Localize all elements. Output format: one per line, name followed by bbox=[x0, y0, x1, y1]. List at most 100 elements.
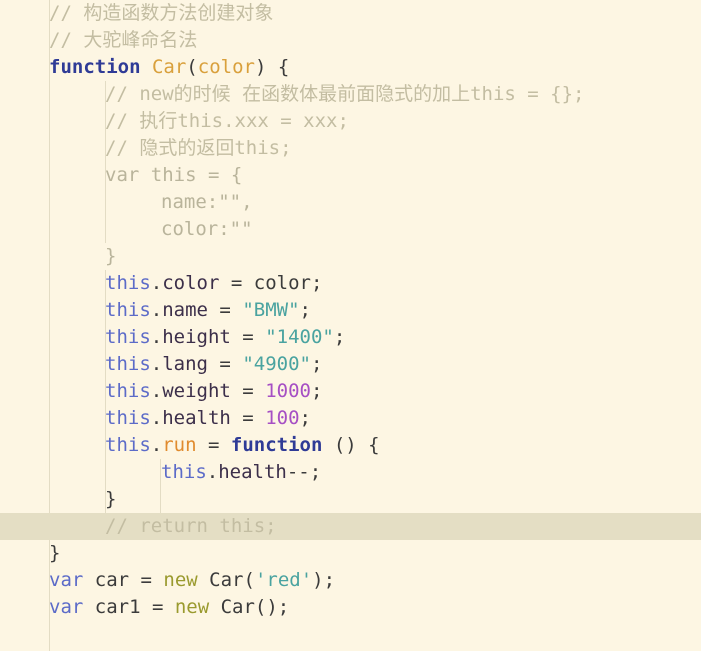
code-token: // bbox=[105, 110, 140, 132]
code-line-text: name:"", bbox=[49, 191, 253, 213]
code-token: this bbox=[105, 272, 151, 294]
code-line[interactable]: // return this; bbox=[0, 513, 701, 540]
code-line[interactable]: } bbox=[0, 540, 701, 567]
code-token: ; bbox=[299, 299, 311, 321]
code-token: "1400" bbox=[265, 326, 334, 348]
code-token: name:"", bbox=[161, 191, 253, 213]
code-line[interactable] bbox=[0, 621, 701, 648]
code-token: var this = { bbox=[105, 164, 243, 186]
code-token: . bbox=[150, 299, 163, 321]
code-token: // bbox=[49, 2, 84, 24]
code-token: this bbox=[105, 299, 151, 321]
code-line[interactable]: } bbox=[0, 243, 701, 270]
code-token: ; bbox=[310, 272, 323, 294]
code-token: health bbox=[218, 461, 287, 483]
code-token: new bbox=[174, 596, 210, 618]
code-line-text: this.color = color; bbox=[49, 272, 322, 294]
code-token: . bbox=[206, 461, 219, 483]
code-line-text: // 大驼峰命名法 bbox=[49, 29, 197, 51]
code-token: color bbox=[197, 56, 255, 78]
code-token: Car bbox=[151, 56, 187, 78]
code-line[interactable]: this.weight = 1000; bbox=[0, 378, 701, 405]
code-token: 构造函数方法创建对象 bbox=[83, 2, 274, 24]
code-token: weight bbox=[162, 380, 231, 402]
code-line[interactable]: this.health = 100; bbox=[0, 405, 701, 432]
code-editor-viewport[interactable]: // 构造函数方法创建对象// 大驼峰命名法 function Car(color… bbox=[0, 0, 701, 651]
code-line[interactable]: var car1 = new Car(); bbox=[0, 594, 701, 621]
code-line-text: this.weight = 1000; bbox=[49, 380, 322, 402]
code-token: = bbox=[219, 272, 254, 294]
code-line[interactable]: // 大驼峰命名法 bbox=[0, 27, 701, 54]
code-line-text: } bbox=[49, 488, 116, 510]
code-line-text: // 隐式的返回this; bbox=[49, 137, 292, 159]
code-token: color:"" bbox=[161, 218, 253, 240]
code-token: lang bbox=[162, 353, 208, 375]
code-token: car = bbox=[83, 569, 164, 591]
code-token: ( bbox=[186, 56, 198, 78]
code-token: this bbox=[105, 380, 151, 402]
code-line[interactable]: // 构造函数方法创建对象 bbox=[0, 0, 701, 27]
code-token: var bbox=[49, 569, 84, 591]
code-token: ) bbox=[254, 56, 267, 78]
code-token: function bbox=[49, 56, 141, 78]
code-line[interactable]: this.health--; bbox=[0, 459, 701, 486]
code-token: = bbox=[230, 326, 266, 348]
code-line-text: this.lang = "4900"; bbox=[49, 353, 322, 375]
code-line[interactable]: this.lang = "4900"; bbox=[0, 351, 701, 378]
code-line[interactable]: // 隐式的返回this; bbox=[0, 135, 701, 162]
code-token: "BMW" bbox=[242, 299, 300, 321]
code-token: // bbox=[49, 29, 84, 51]
code-token: // bbox=[105, 83, 140, 105]
code-token: . bbox=[150, 407, 163, 429]
code-line[interactable]: function Car(color) { bbox=[0, 54, 701, 81]
code-line[interactable]: } bbox=[0, 486, 701, 513]
code-token: () { bbox=[322, 434, 380, 456]
code-token: } bbox=[105, 488, 117, 510]
code-token: this bbox=[105, 353, 151, 375]
code-line-text: this.health--; bbox=[49, 461, 321, 483]
code-token: this bbox=[105, 326, 151, 348]
code-token: 执行this.xxx = xxx; bbox=[139, 110, 349, 132]
code-token: 1000 bbox=[265, 380, 311, 402]
code-token: ; bbox=[333, 326, 346, 348]
code-token: color bbox=[162, 272, 220, 294]
code-lines-container[interactable]: // 构造函数方法创建对象// 大驼峰命名法 function Car(color… bbox=[0, 0, 701, 651]
code-token: = bbox=[230, 407, 266, 429]
code-line-text: color:"" bbox=[49, 218, 253, 240]
code-line-text: } bbox=[49, 245, 116, 267]
code-token: --; bbox=[286, 461, 322, 483]
code-line-text: this.health = 100; bbox=[49, 407, 311, 429]
code-token: Car(); bbox=[209, 596, 290, 618]
code-line[interactable]: this.run = function () { bbox=[0, 432, 701, 459]
code-token: ; bbox=[299, 407, 311, 429]
code-token: this bbox=[105, 407, 151, 429]
code-token: . bbox=[150, 353, 163, 375]
code-token: color bbox=[253, 272, 311, 294]
code-line[interactable]: color:"" bbox=[0, 216, 701, 243]
code-line[interactable]: this.name = "BMW"; bbox=[0, 297, 701, 324]
code-line[interactable]: name:"", bbox=[0, 189, 701, 216]
code-token: . bbox=[150, 434, 163, 456]
code-line-text: var car = new Car('red'); bbox=[49, 569, 335, 591]
code-line[interactable]: // new的时候 在函数体最前面隐式的加上this = {}; bbox=[0, 81, 701, 108]
code-line-text: this.name = "BMW"; bbox=[49, 299, 311, 321]
code-token: // bbox=[105, 137, 140, 159]
code-token: 100 bbox=[265, 407, 300, 429]
code-line[interactable]: var this = { bbox=[0, 162, 701, 189]
code-token: 大驼峰命名法 bbox=[83, 29, 198, 51]
code-token: = bbox=[230, 380, 266, 402]
code-token: new的时候 在函数体最前面隐式的加上this = {}; bbox=[139, 83, 585, 105]
code-token: 隐式的返回this; bbox=[139, 137, 292, 159]
code-token: run bbox=[162, 434, 197, 456]
code-token: Car( bbox=[197, 569, 255, 591]
code-line[interactable]: var car = new Car('red'); bbox=[0, 567, 701, 594]
code-token: // bbox=[105, 515, 140, 537]
code-line-text: this.run = function () { bbox=[49, 434, 380, 456]
code-line[interactable]: // 执行this.xxx = xxx; bbox=[0, 108, 701, 135]
code-line[interactable]: this.color = color; bbox=[0, 270, 701, 297]
code-line-text: this.height = "1400"; bbox=[49, 326, 345, 348]
code-token: var bbox=[49, 596, 84, 618]
code-token: { bbox=[266, 56, 290, 78]
code-line[interactable]: this.height = "1400"; bbox=[0, 324, 701, 351]
